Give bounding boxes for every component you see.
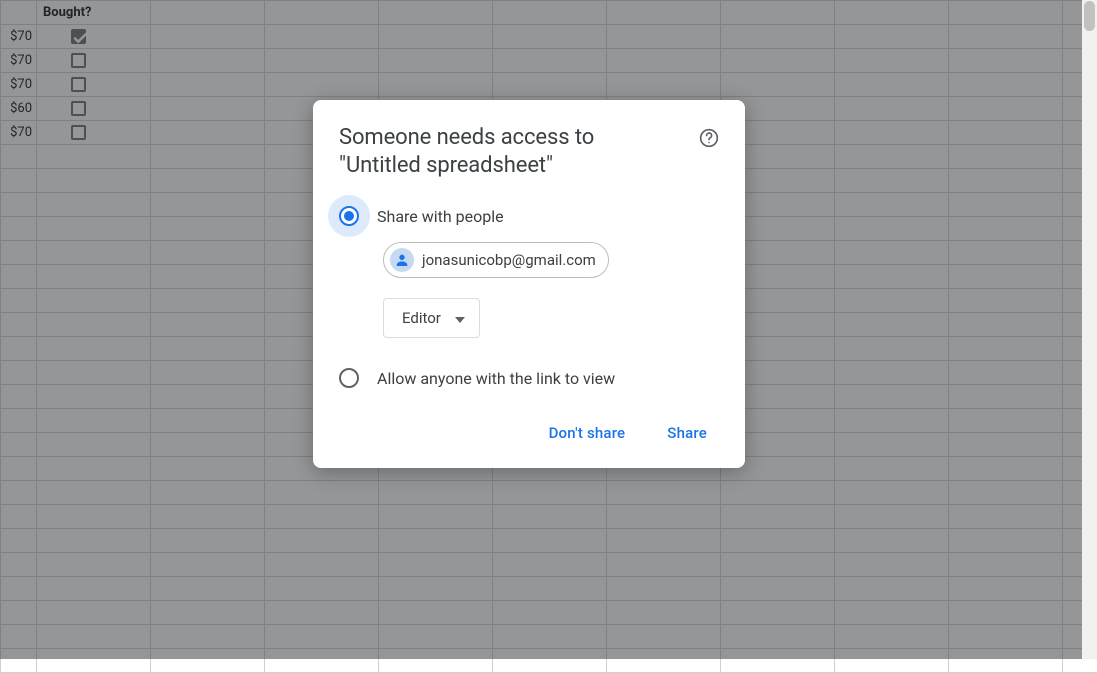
avatar-icon: [390, 248, 414, 272]
dont-share-button[interactable]: Don't share: [545, 418, 630, 448]
radio-share-with-people[interactable]: [339, 206, 359, 226]
help-icon[interactable]: [697, 126, 721, 150]
share-with-people-label: Share with people: [377, 207, 504, 226]
chip-email: jonasunicobp@gmail.com: [422, 251, 596, 269]
role-dropdown[interactable]: Editor: [383, 298, 480, 338]
vertical-scrollbar-thumb[interactable]: [1084, 1, 1095, 31]
dialog-title: Someone needs access to "Untitled spread…: [339, 124, 681, 180]
vertical-scrollbar-track[interactable]: [1082, 0, 1097, 659]
role-dropdown-value: Editor: [402, 309, 441, 327]
anyone-with-link-label: Allow anyone with the link to view: [377, 369, 615, 388]
share-button[interactable]: Share: [663, 418, 711, 448]
person-chip[interactable]: jonasunicobp@gmail.com: [383, 242, 609, 278]
share-access-dialog: Someone needs access to "Untitled spread…: [313, 100, 745, 468]
chevron-down-icon: [455, 309, 465, 327]
radio-anyone-with-link[interactable]: [339, 368, 359, 388]
